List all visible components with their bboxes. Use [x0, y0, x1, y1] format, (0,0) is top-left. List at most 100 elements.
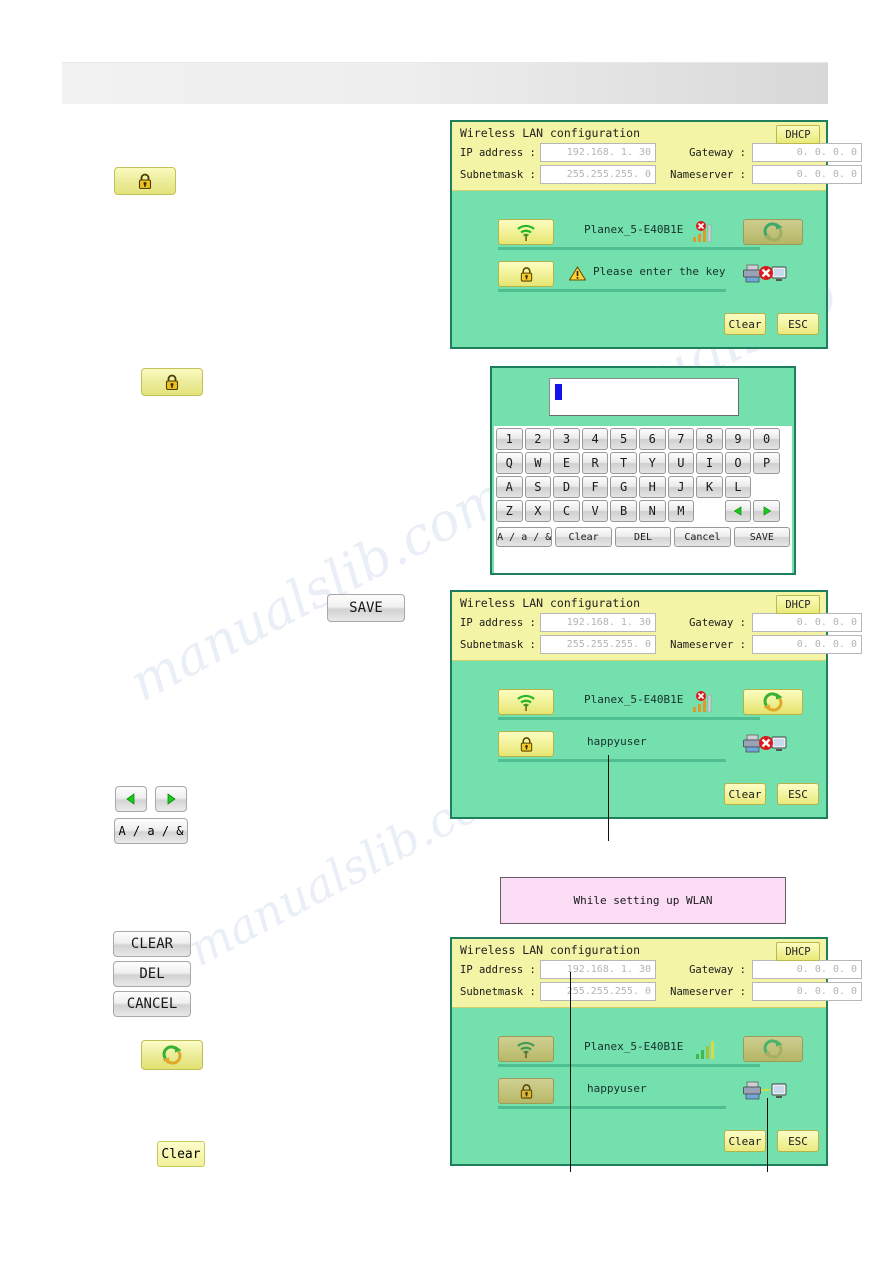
- wifi-icon: [517, 694, 535, 711]
- gateway-field[interactable]: 0. 0. 0. 0: [752, 613, 862, 632]
- key-M[interactable]: M: [667, 500, 695, 522]
- key-A[interactable]: A: [496, 476, 523, 498]
- panel3-ssid-row: Planex_5-E40B1E: [452, 1036, 826, 1070]
- ssid-text: Planex_5-E40B1E: [584, 693, 684, 706]
- key-lock-button[interactable]: [498, 731, 554, 757]
- key-Q[interactable]: Q: [496, 452, 523, 474]
- kbd-case-toggle[interactable]: A / a / &: [496, 527, 553, 547]
- panel3-fields: IP address : 192.168. 1. 30 Gateway : 0.…: [460, 960, 862, 1001]
- case-toggle-button[interactable]: A / a / &: [114, 818, 188, 844]
- key-I[interactable]: I: [696, 452, 723, 474]
- key-R[interactable]: R: [581, 452, 609, 474]
- panel2-key-row: happyuser: [452, 731, 826, 765]
- key-E[interactable]: E: [553, 452, 580, 474]
- dhcp-button[interactable]: DHCP: [776, 595, 820, 614]
- refresh-network-button[interactable]: [743, 689, 803, 715]
- refresh-icon: [162, 1045, 182, 1065]
- ip-address-field[interactable]: 192.168. 1. 30: [540, 960, 656, 979]
- key-S[interactable]: S: [524, 476, 552, 498]
- key-0[interactable]: 0: [753, 428, 780, 450]
- ssid-text: Planex_5-E40B1E: [584, 223, 684, 236]
- gateway-field[interactable]: 0. 0. 0. 0: [752, 960, 862, 979]
- key-status-text: Please enter the key: [593, 265, 726, 278]
- key-lock-button[interactable]: [498, 261, 554, 287]
- kbd-save-button[interactable]: SAVE: [733, 527, 791, 547]
- dhcp-button[interactable]: DHCP: [776, 942, 820, 961]
- esc-button-panel1[interactable]: ESC: [777, 313, 819, 335]
- key-3[interactable]: 3: [553, 428, 580, 450]
- key-O[interactable]: O: [724, 452, 752, 474]
- key-L[interactable]: L: [724, 476, 752, 498]
- key-C[interactable]: C: [553, 500, 580, 522]
- key-X[interactable]: X: [524, 500, 552, 522]
- key-P[interactable]: P: [753, 452, 780, 474]
- nameserver-field[interactable]: 0. 0. 0. 0: [752, 165, 862, 184]
- key-D[interactable]: D: [553, 476, 580, 498]
- key-2[interactable]: 2: [524, 428, 552, 450]
- refresh-network-button[interactable]: [743, 219, 803, 245]
- esc-button-panel2[interactable]: ESC: [777, 783, 819, 805]
- onscreen-keyboard-panel: 1 2 3 4 5 6 7 8 9 0 Q W E R T Y U I O P …: [490, 366, 796, 575]
- ip-address-field[interactable]: 192.168. 1. 30: [540, 143, 656, 162]
- wifi-button[interactable]: [498, 219, 554, 245]
- key-1[interactable]: 1: [496, 428, 523, 450]
- key-Z[interactable]: Z: [496, 500, 523, 522]
- key-U[interactable]: U: [667, 452, 695, 474]
- ip-address-field[interactable]: 192.168. 1. 30: [540, 613, 656, 632]
- key-4[interactable]: 4: [581, 428, 609, 450]
- clear-button-panel2[interactable]: Clear: [724, 783, 766, 805]
- key-F[interactable]: F: [581, 476, 609, 498]
- cancel-button[interactable]: CANCEL: [113, 991, 191, 1017]
- lock-button-1[interactable]: [114, 167, 176, 195]
- save-button[interactable]: SAVE: [327, 594, 405, 622]
- key-arrow-left[interactable]: [724, 500, 752, 522]
- key-input-field[interactable]: [549, 378, 739, 416]
- wifi-button[interactable]: [498, 689, 554, 715]
- key-arrow-right[interactable]: [753, 500, 780, 522]
- clear-button-panel1[interactable]: Clear: [724, 313, 766, 335]
- key-5[interactable]: 5: [610, 428, 637, 450]
- nameserver-field[interactable]: 0. 0. 0. 0: [752, 635, 862, 654]
- esc-button-panel3[interactable]: ESC: [777, 1130, 819, 1152]
- kbd-clear-button[interactable]: Clear: [555, 527, 612, 547]
- key-K[interactable]: K: [696, 476, 723, 498]
- key-Y[interactable]: Y: [638, 452, 666, 474]
- clear-button-panel3[interactable]: Clear: [724, 1130, 766, 1152]
- refresh-button[interactable]: [141, 1040, 203, 1070]
- key-J[interactable]: J: [667, 476, 695, 498]
- key-lock-button[interactable]: [498, 1078, 554, 1104]
- key-H[interactable]: H: [638, 476, 666, 498]
- nameserver-field[interactable]: 0. 0. 0. 0: [752, 982, 862, 1001]
- gateway-field[interactable]: 0. 0. 0. 0: [752, 143, 862, 162]
- wireless-lan-panel-3: Wireless LAN configuration DHCP IP addre…: [450, 937, 862, 1166]
- clear-button-caps[interactable]: CLEAR: [113, 931, 191, 957]
- del-button[interactable]: DEL: [113, 961, 191, 987]
- key-V[interactable]: V: [581, 500, 609, 522]
- refresh-network-button[interactable]: [743, 1036, 803, 1062]
- refresh-icon: [763, 222, 783, 242]
- key-W[interactable]: W: [524, 452, 552, 474]
- key-B[interactable]: B: [610, 500, 637, 522]
- key-9[interactable]: 9: [724, 428, 752, 450]
- subnetmask-field[interactable]: 255.255.255. 0: [540, 635, 656, 654]
- key-7[interactable]: 7: [667, 428, 695, 450]
- arrow-right-button[interactable]: [155, 786, 187, 812]
- subnetmask-field[interactable]: 255.255.255. 0: [540, 982, 656, 1001]
- subnetmask-field[interactable]: 255.255.255. 0: [540, 165, 656, 184]
- dhcp-label: DHCP: [785, 945, 811, 958]
- key-8[interactable]: 8: [696, 428, 723, 450]
- key-N[interactable]: N: [638, 500, 666, 522]
- arrow-left-button[interactable]: [115, 786, 147, 812]
- dhcp-button[interactable]: DHCP: [776, 125, 820, 144]
- kbd-cancel-button[interactable]: Cancel: [674, 527, 731, 547]
- panel2-ssid-underline: [498, 717, 760, 720]
- lock-button-2[interactable]: [141, 368, 203, 396]
- panel2-title: Wireless LAN configuration: [460, 596, 641, 610]
- panel1-ssid-underline: [498, 247, 760, 250]
- wifi-button[interactable]: [498, 1036, 554, 1062]
- key-G[interactable]: G: [610, 476, 637, 498]
- kbd-del-button[interactable]: DEL: [614, 527, 672, 547]
- key-T[interactable]: T: [610, 452, 637, 474]
- clear-button[interactable]: Clear: [157, 1141, 205, 1167]
- key-6[interactable]: 6: [638, 428, 666, 450]
